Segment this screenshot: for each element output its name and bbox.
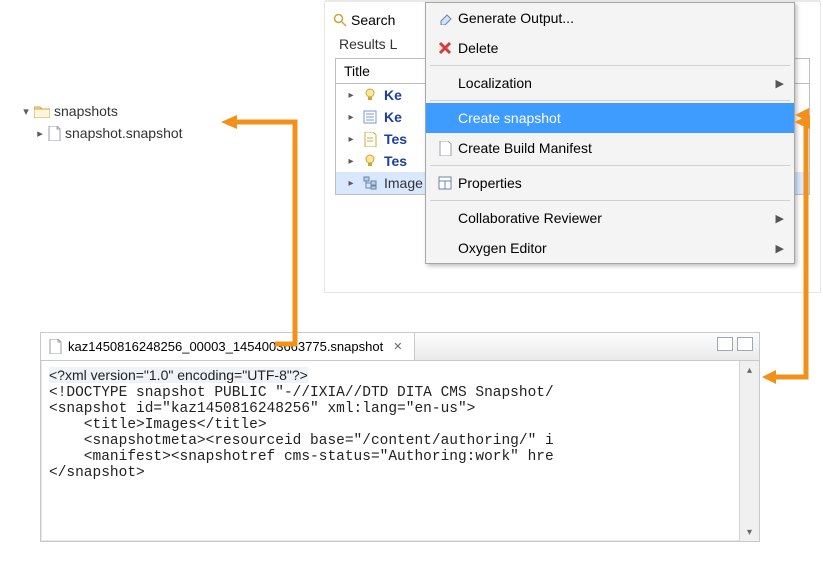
menu-item[interactable]: Localization ▶ <box>426 68 794 98</box>
expand-icon[interactable]: ▸ <box>346 112 356 123</box>
file-icon <box>48 126 61 141</box>
tree-file-row[interactable]: ▸ snapshot.snapshot <box>20 122 183 144</box>
chevron-right-icon: ▶ <box>776 242 784 255</box>
props-icon <box>432 176 458 190</box>
tree-file-label: snapshot.snapshot <box>65 125 183 141</box>
search-tab-label: Search <box>351 12 395 28</box>
collapse-icon[interactable]: ▾ <box>20 105 32 118</box>
scroll-up-icon[interactable]: ▴ <box>740 361 759 379</box>
menu-item-label: Collaborative Reviewer <box>458 210 776 226</box>
menu-separator <box>430 65 790 66</box>
menu-separator <box>430 165 790 166</box>
tree-icon <box>362 175 378 191</box>
editor-tab[interactable]: kaz1450816248256_00003_1454003663775.sna… <box>41 333 415 360</box>
page-icon <box>432 141 458 156</box>
menu-item-label: Properties <box>458 175 784 191</box>
expand-icon[interactable]: ▸ <box>346 90 356 101</box>
menu-item[interactable]: Generate Output... <box>426 3 794 33</box>
menu-item[interactable]: Delete <box>426 33 794 63</box>
menu-item-label: Localization <box>458 75 776 91</box>
close-icon[interactable]: ✕ <box>389 340 406 353</box>
menu-separator <box>430 200 790 201</box>
menu-item[interactable]: Create snapshot <box>426 103 794 133</box>
list-item-label: Ke <box>384 109 402 125</box>
menu-item[interactable]: Create Build Manifest <box>426 133 794 163</box>
menu-item-label: Create snapshot <box>458 110 784 126</box>
doc-icon <box>362 131 378 147</box>
search-icon <box>333 13 347 27</box>
expand-icon[interactable]: ▸ <box>346 156 356 167</box>
list-item-label: Tes <box>384 153 407 169</box>
arrow-tree-to-editor <box>215 110 315 370</box>
code-area[interactable]: <?xml version="1.0" encoding="UTF-8"?> <… <box>41 361 739 541</box>
eraser-icon <box>432 11 458 25</box>
editor-tabbar: kaz1450816248256_00003_1454003663775.sna… <box>41 333 759 361</box>
context-menu: Generate Output... Delete Localization ▶… <box>425 2 795 264</box>
file-tree: ▾ snapshots ▸ snapshot.snapshot <box>20 100 183 144</box>
list-item-label: Ke <box>384 87 402 103</box>
menu-item-label: Create Build Manifest <box>458 140 784 156</box>
tree-folder-row[interactable]: ▾ snapshots <box>20 100 183 122</box>
scrollbar[interactable]: ▴ ▾ <box>739 361 759 541</box>
delete-icon <box>432 41 458 55</box>
list-item-label: Tes <box>384 131 407 147</box>
chevron-right-icon: ▶ <box>776 212 784 225</box>
menu-item[interactable]: Oxygen Editor ▶ <box>426 233 794 263</box>
chevron-right-icon: ▶ <box>776 77 784 90</box>
menu-item[interactable]: Collaborative Reviewer ▶ <box>426 203 794 233</box>
file-icon <box>49 339 62 354</box>
expand-icon[interactable]: ▸ <box>34 127 46 140</box>
menu-item[interactable]: Properties <box>426 168 794 198</box>
menu-separator <box>430 100 790 101</box>
maximize-button[interactable] <box>737 337 753 351</box>
menu-item-label: Oxygen Editor <box>458 240 776 256</box>
list-item-label: Image <box>384 175 423 191</box>
editor-panel: kaz1450816248256_00003_1454003663775.sna… <box>40 332 760 542</box>
expand-icon[interactable]: ▸ <box>346 134 356 145</box>
lightbulb-icon <box>362 153 378 169</box>
tree-folder-label: snapshots <box>54 103 118 119</box>
minimize-button[interactable] <box>717 337 733 351</box>
scroll-down-icon[interactable]: ▾ <box>740 523 759 541</box>
menu-item-label: Generate Output... <box>458 10 784 26</box>
folder-icon <box>34 105 50 118</box>
editor-tab-title: kaz1450816248256_00003_1454003663775.sna… <box>68 339 383 354</box>
menu-item-label: Delete <box>458 40 784 56</box>
search-panel: Search Results L Title ▸ Ke▸ Ke▸ Tes▸ Te… <box>325 2 820 292</box>
expand-icon[interactable]: ▸ <box>346 178 356 189</box>
lightbulb-icon <box>362 87 378 103</box>
list-icon <box>362 109 378 125</box>
